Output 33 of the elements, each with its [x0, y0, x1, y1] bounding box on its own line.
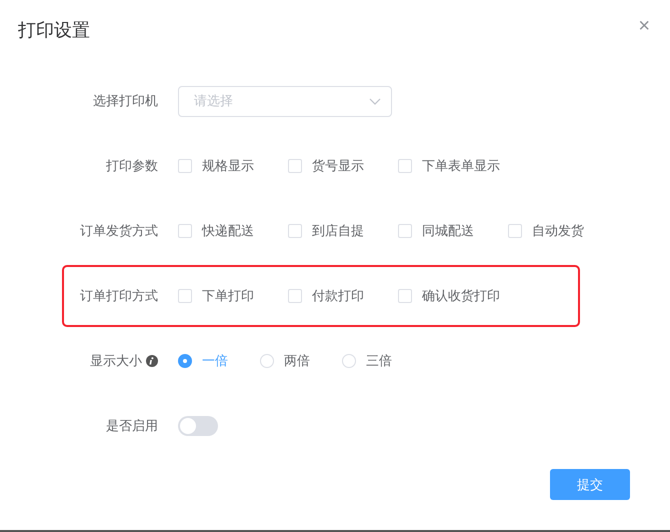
- option-label[interactable]: 快递配送: [202, 222, 254, 240]
- checkbox[interactable]: [288, 224, 302, 238]
- checkbox[interactable]: [398, 159, 412, 173]
- toggle-switch[interactable]: [178, 416, 218, 436]
- checkbox[interactable]: [178, 289, 192, 303]
- option-label[interactable]: 下单打印: [202, 287, 254, 305]
- field-label: 显示大小: [90, 353, 142, 370]
- field-label: 打印参数: [106, 158, 158, 175]
- option-label[interactable]: 确认收货打印: [422, 287, 500, 305]
- option-label[interactable]: 到店自提: [312, 222, 364, 240]
- option-label[interactable]: 三倍: [366, 352, 392, 370]
- option-label[interactable]: 同城配送: [422, 222, 474, 240]
- radio-button[interactable]: [178, 354, 192, 368]
- field-label: 订单发货方式: [80, 223, 158, 240]
- checkbox[interactable]: [398, 224, 412, 238]
- close-button[interactable]: ×: [638, 16, 650, 36]
- chevron-down-icon: [369, 98, 381, 104]
- checkbox[interactable]: [508, 224, 522, 238]
- option-label[interactable]: 货号显示: [312, 157, 364, 175]
- option-label[interactable]: 自动发货: [532, 222, 584, 240]
- checkbox[interactable]: [178, 159, 192, 173]
- checkbox[interactable]: [398, 289, 412, 303]
- field-label: 是否启用: [106, 418, 158, 435]
- checkbox[interactable]: [178, 224, 192, 238]
- option-label[interactable]: 付款打印: [312, 287, 364, 305]
- checkbox[interactable]: [288, 159, 302, 173]
- dialog-title: 打印设置: [18, 19, 90, 42]
- option-label[interactable]: 下单表单显示: [422, 157, 500, 175]
- checkbox[interactable]: [288, 289, 302, 303]
- field-label: 订单打印方式: [80, 288, 158, 305]
- option-label[interactable]: 规格显示: [202, 157, 254, 175]
- field-label: 选择打印机: [93, 93, 158, 110]
- option-label[interactable]: 两倍: [284, 352, 310, 370]
